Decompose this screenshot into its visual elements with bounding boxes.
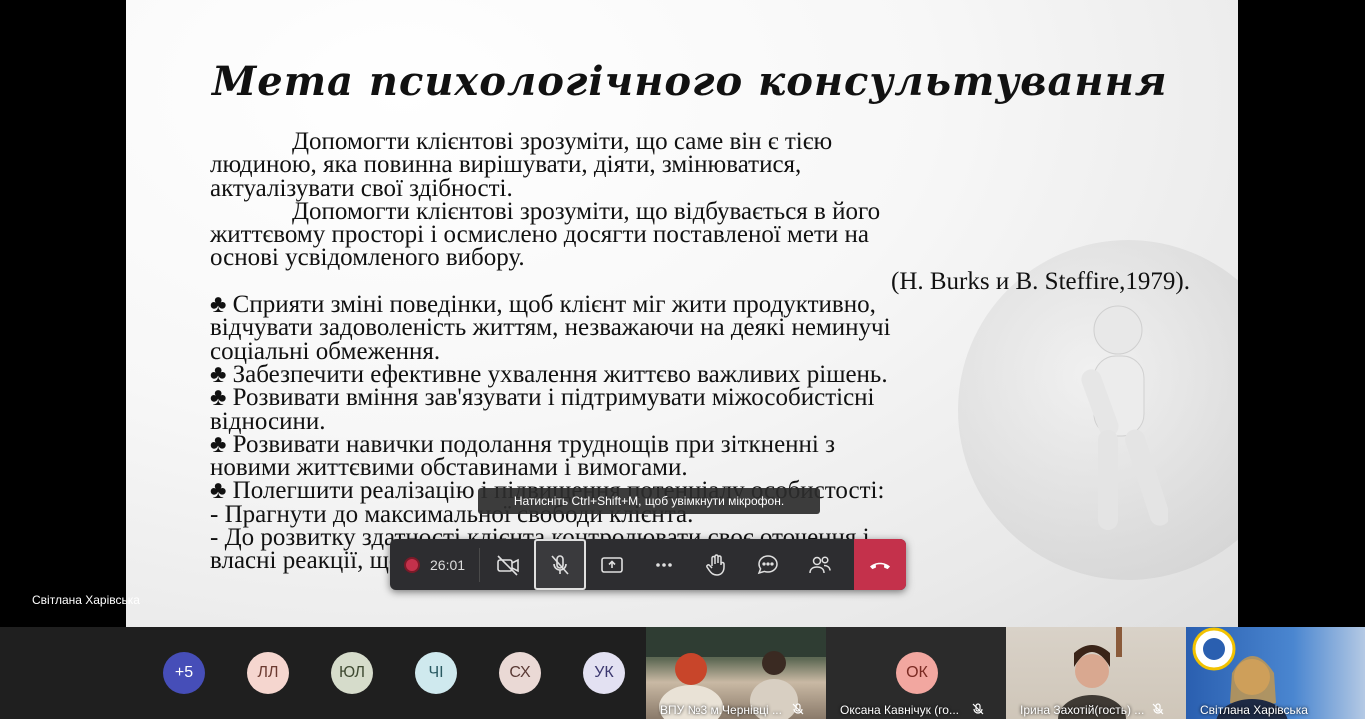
participant-avatar[interactable]: УК — [583, 652, 625, 694]
recording-timer: 26:01 — [430, 556, 466, 573]
chat-icon — [757, 554, 778, 574]
recording-dot-icon — [406, 558, 418, 571]
tile-participant-name: Оксана Кавнічук (го... — [840, 703, 959, 717]
shared-screen-area: Мета психологічного консультування Допом… — [0, 0, 1365, 627]
more-icon — [656, 562, 672, 567]
participant-avatar-tile[interactable]: ОК Оксана Кавнічук (го... — [826, 627, 1006, 719]
hangup-button[interactable] — [854, 539, 906, 590]
slide-text-line: ♣ Розвивати навички подолання труднощів … — [210, 430, 835, 458]
slide-text-line: людиною, яка повинна вирішувати, діяти, … — [210, 151, 802, 179]
share-icon — [601, 556, 623, 573]
participant-avatar[interactable]: ЛЛ — [247, 652, 289, 694]
toolbar-divider — [479, 547, 481, 582]
slide-text-line: життєвому просторі і осмислено досягти п… — [210, 221, 869, 249]
slide-text-line: відчувати задоволеність життям, незважаю… — [210, 314, 891, 342]
mic-muted-icon — [972, 703, 984, 715]
recording-indicator: 26:01 — [390, 539, 477, 590]
slide-text-line: ♣ Забезпечити ефективне ухвалення життєв… — [210, 360, 888, 388]
participant-avatar[interactable]: СХ — [499, 652, 541, 694]
share-screen-button[interactable] — [586, 539, 638, 590]
people-icon — [809, 555, 831, 573]
slide-text-line: ♣ Розвивати вміння зав'язувати і підтрим… — [210, 384, 875, 412]
mic-shortcut-tooltip: Натисніть Ctrl+Shift+M, щоб увімкнути мі… — [478, 488, 820, 514]
slide-text-line: Допомогти клієнтові зрозуміти, що саме в… — [292, 128, 833, 155]
slide-text-line: актуалізувати свої здібності. — [210, 174, 513, 202]
mic-muted-icon — [792, 703, 804, 715]
slide-text-line: ♣ Сприяти зміні поведінки, щоб клієнт мі… — [210, 291, 876, 319]
participants-button[interactable] — [794, 539, 846, 590]
tile-participant-name: Світлана Харівська — [1200, 703, 1308, 717]
slide-text-line: Допомогти клієнтові зрозуміти, що відбув… — [292, 197, 881, 225]
mic-off-button[interactable] — [534, 539, 587, 590]
raise-hand-button[interactable] — [690, 539, 742, 590]
more-participants-button[interactable]: +5 — [163, 652, 205, 694]
participant-avatar[interactable]: ЧІ — [415, 652, 457, 694]
more-actions-button[interactable] — [638, 539, 690, 590]
participant-avatar: ОК — [896, 652, 938, 694]
slide-text-line: основі усвідомленого вибору. — [210, 244, 525, 272]
slide-text-line: новими життєвими обставинами і вимогами. — [210, 454, 688, 482]
hand-icon — [706, 553, 725, 576]
tile-participant-name: Ірина Захотій(гость) ... — [1020, 703, 1145, 717]
participant-video-tile[interactable]: ВПУ №3 м.Чернівці ... — [646, 627, 826, 719]
chat-button[interactable] — [742, 539, 794, 590]
mic-muted-icon — [1152, 703, 1164, 715]
tile-participant-name: ВПУ №3 м.Чернівці ... — [660, 703, 782, 717]
phone-hangup-icon — [870, 562, 890, 569]
mic-off-icon — [551, 554, 569, 575]
participant-video-tile[interactable]: Світлана Харівська — [1186, 627, 1365, 719]
participant-video-tile[interactable]: Ірина Захотій(гость) ... — [1006, 627, 1186, 719]
speaker-name-label: Світлана Харівська — [32, 593, 140, 607]
camera-off-icon — [497, 554, 519, 576]
slide-text-line: (H. Burks и B. Steffire,1979). — [891, 267, 1190, 295]
camera-off-button[interactable] — [482, 539, 534, 590]
participant-avatar[interactable]: ЮЛ — [331, 652, 373, 694]
slide-text-line: відносини. — [210, 407, 326, 435]
slide-title: Мета психологічного консультування — [212, 58, 1168, 105]
slide-text-line: соціальні обмеження. — [210, 337, 441, 365]
presentation-slide: Мета психологічного консультування Допом… — [126, 0, 1238, 627]
meeting-controls-toolbar: 26:01 — [390, 539, 906, 590]
